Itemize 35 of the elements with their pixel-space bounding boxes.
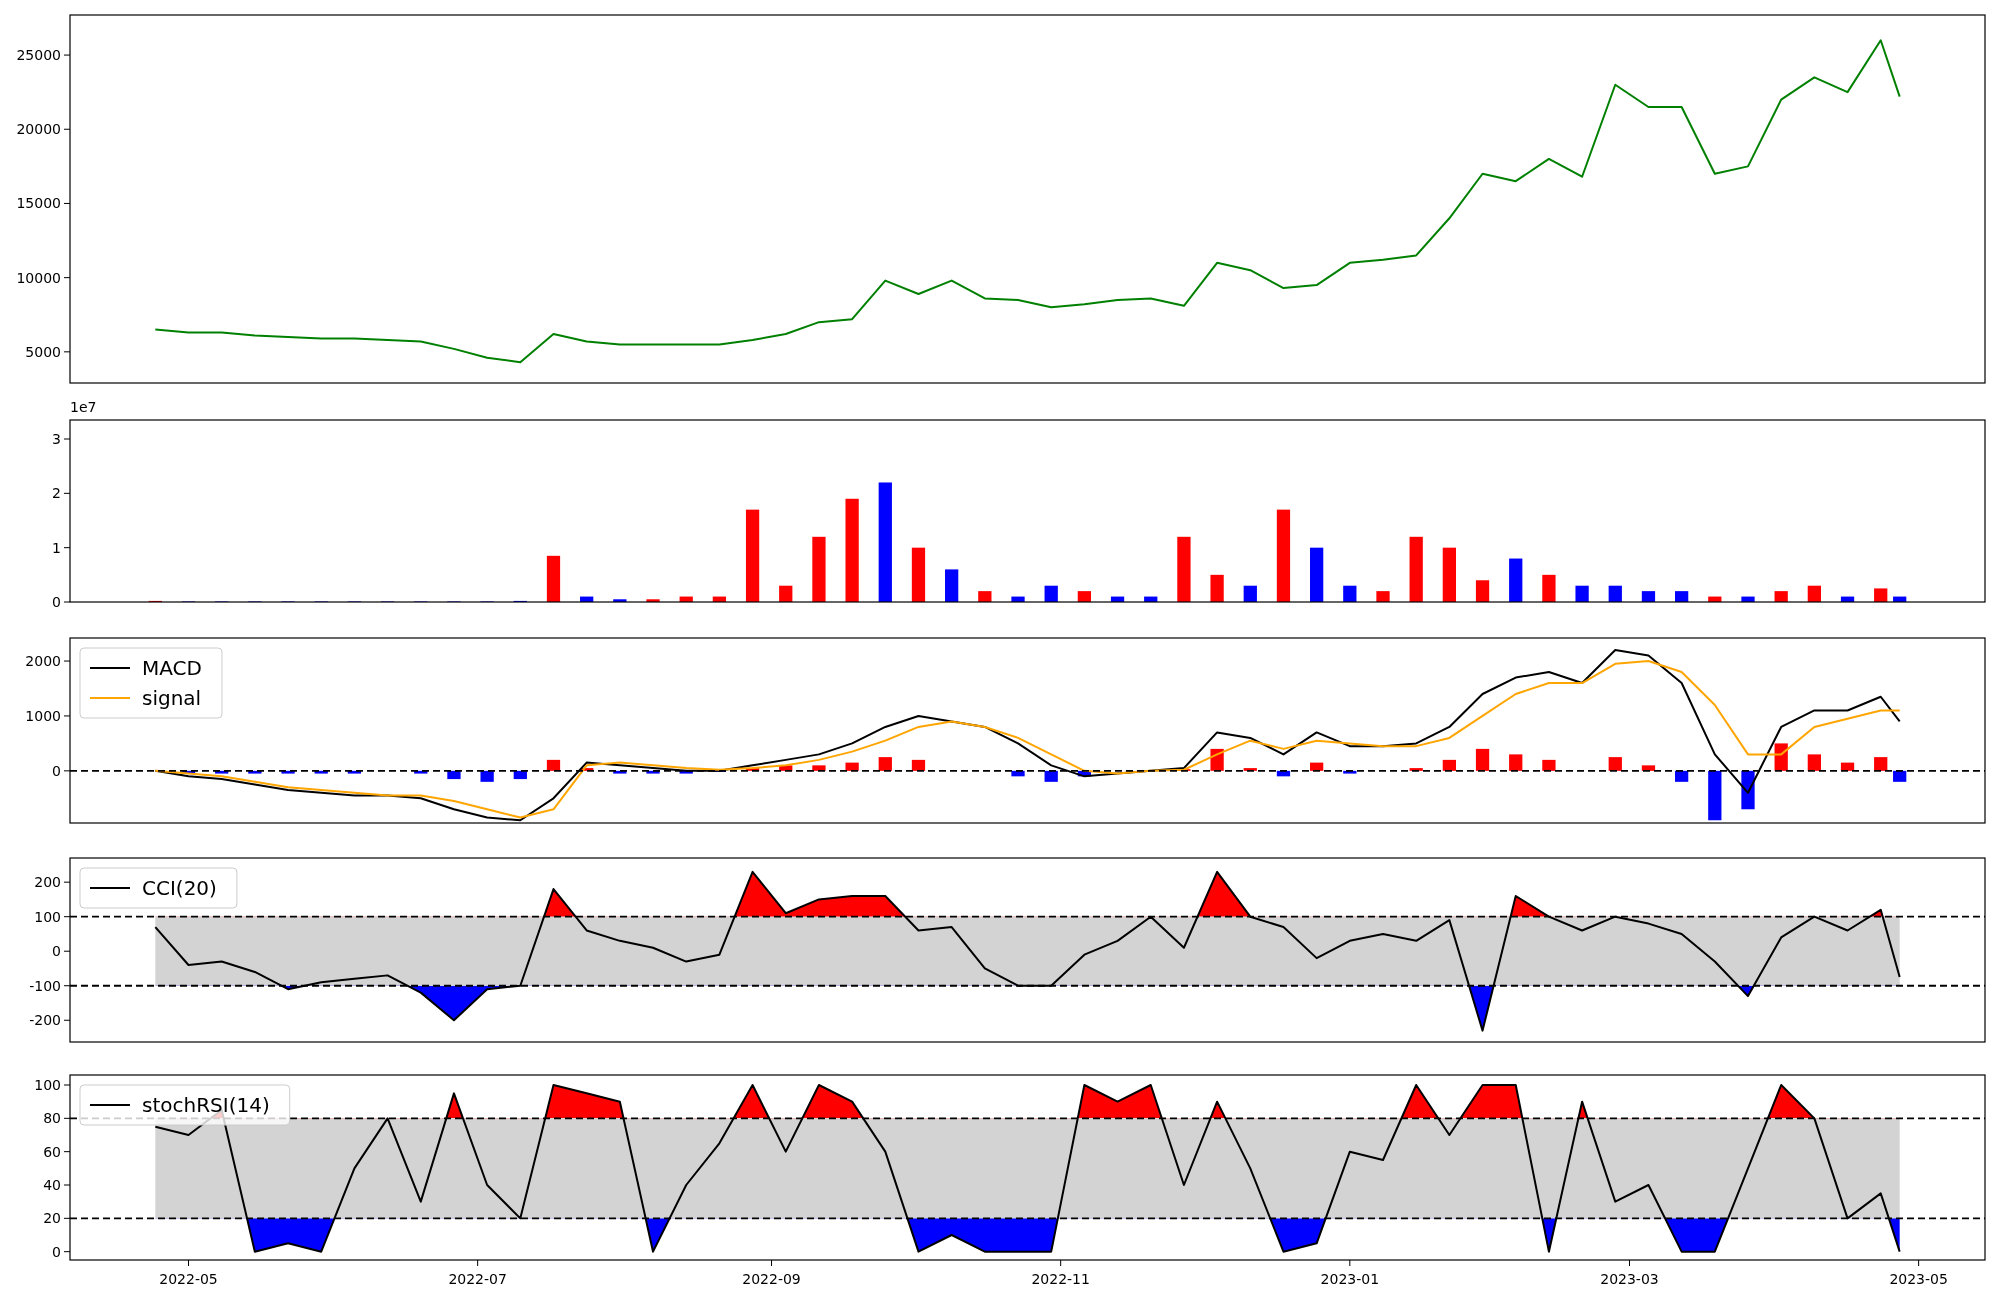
tick-label: 15000 <box>16 195 61 212</box>
tick-label: 60 <box>43 1143 61 1160</box>
tick-label: 0 <box>52 762 61 779</box>
tick-label: 2022-09 <box>742 1271 801 1287</box>
tick-label: 200 <box>34 874 61 891</box>
tick-label: 2023-01 <box>1320 1271 1380 1287</box>
tick-label: -200 <box>29 1012 61 1029</box>
tick-label: 20000 <box>16 121 61 138</box>
tick-label: 2000 <box>25 653 61 670</box>
legend-label: CCI(20) <box>142 876 217 900</box>
tick-label: 100 <box>34 908 61 925</box>
tick-label: 10000 <box>16 269 61 286</box>
tick-label: 25000 <box>16 47 61 64</box>
tick-label: 80 <box>43 1110 61 1127</box>
tick-label: 2022-11 <box>1031 1271 1090 1287</box>
tick-label: 40 <box>43 1177 61 1193</box>
tick-label: 100 <box>34 1077 61 1093</box>
tick-label: 2 <box>52 485 61 502</box>
axis-offset-label: 1e7 <box>70 399 97 415</box>
tick-label: 0 <box>52 594 61 610</box>
tick-label: -100 <box>29 977 61 994</box>
legend-label: stochRSI(14) <box>142 1093 270 1117</box>
tick-label: 2023-05 <box>1889 1271 1948 1287</box>
tick-label: 3 <box>52 431 61 447</box>
tick-label: 2022-07 <box>448 1271 507 1287</box>
tick-label: 0 <box>52 943 61 960</box>
tick-label: 1 <box>52 539 61 556</box>
legend-label: signal <box>142 686 202 710</box>
tick-label: 2023-03 <box>1600 1271 1659 1287</box>
tick-label: 20 <box>43 1210 61 1227</box>
tick-label: 1000 <box>25 707 61 724</box>
tick-label: 0 <box>52 1243 61 1260</box>
legend-label: MACD <box>142 656 202 680</box>
tick-label: 2022-05 <box>159 1271 218 1287</box>
tick-label: 5000 <box>25 343 61 360</box>
